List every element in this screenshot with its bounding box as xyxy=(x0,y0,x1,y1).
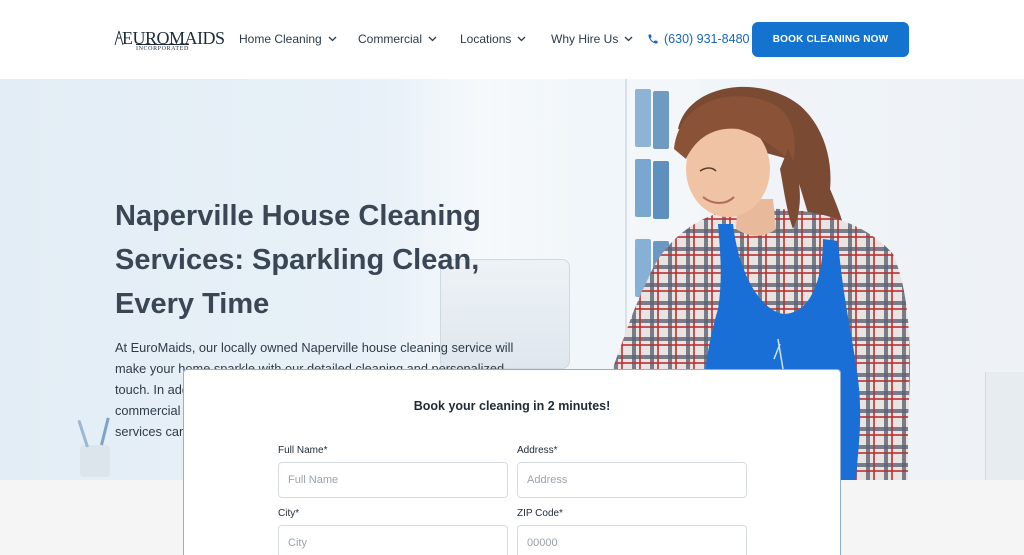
phone-number: (630) 931-8480 xyxy=(664,32,750,46)
nav-label: Home Cleaning xyxy=(239,32,322,46)
pen xyxy=(100,417,110,446)
city-input[interactable] xyxy=(278,525,508,555)
chevron-down-icon xyxy=(328,36,337,42)
chevron-down-icon xyxy=(517,36,526,42)
zip-label: ZIP Code* xyxy=(517,508,563,519)
pen-cup xyxy=(80,445,110,477)
address-label: Address* xyxy=(517,445,558,456)
nav-locations[interactable]: Locations xyxy=(460,32,526,46)
book-cleaning-button[interactable]: BOOK CLEANING NOW xyxy=(752,22,909,57)
nav-why-hire-us[interactable]: Why Hire Us xyxy=(551,32,633,46)
phone-link[interactable]: (630) 931-8480 xyxy=(647,32,749,46)
chevron-down-icon xyxy=(428,36,437,42)
phone-icon xyxy=(648,34,658,44)
site-header: EUROMAIDS INCORPORATED Home Cleaning Com… xyxy=(0,0,1024,79)
background-cabinet xyxy=(985,372,1024,480)
nav-label: Why Hire Us xyxy=(551,32,619,46)
form-title: Book your cleaning in 2 minutes! xyxy=(413,399,611,413)
address-input[interactable] xyxy=(517,462,747,498)
booking-form: Book your cleaning in 2 minutes! Full Na… xyxy=(183,369,841,555)
logo-subtext: INCORPORATED xyxy=(136,44,189,52)
hero-title: Naperville House Cleaning Services: Spar… xyxy=(115,200,481,320)
nav-label: Commercial xyxy=(358,32,423,46)
city-label: City* xyxy=(278,508,300,519)
nav-home-cleaning[interactable]: Home Cleaning xyxy=(239,32,337,46)
full-name-input[interactable] xyxy=(278,462,508,498)
nav-commercial[interactable]: Commercial xyxy=(358,32,437,46)
zip-input[interactable] xyxy=(517,525,747,555)
chevron-down-icon xyxy=(624,36,633,42)
full-name-label: Full Name* xyxy=(278,445,328,456)
nav-label: Locations xyxy=(460,32,512,46)
euromaids-logo[interactable]: EUROMAIDS INCORPORATED xyxy=(114,28,225,52)
pen xyxy=(77,419,89,448)
